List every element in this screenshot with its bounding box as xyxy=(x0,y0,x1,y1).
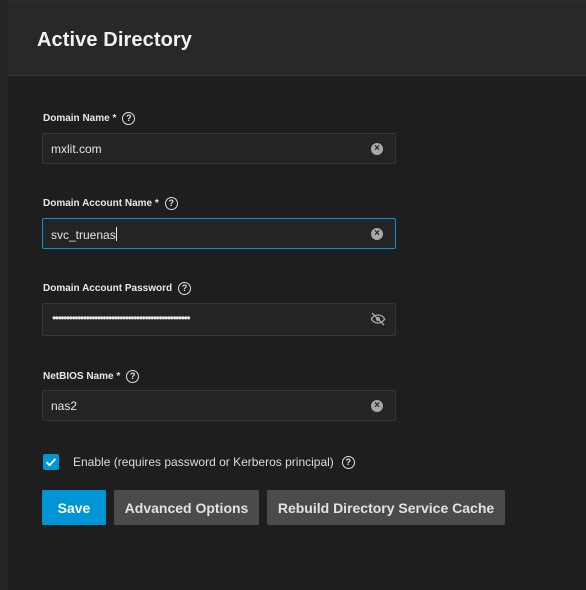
help-icon[interactable]: ? xyxy=(178,282,192,295)
clear-icon[interactable]: × xyxy=(371,143,383,155)
check-icon xyxy=(45,458,57,467)
domain-name-label: Domain Name * xyxy=(43,113,117,124)
left-edge xyxy=(0,0,8,590)
dialog-frame: Active Directory Domain Name * ? mxlit.c… xyxy=(0,0,586,590)
domain-name-field[interactable]: mxlit.com × xyxy=(42,133,396,164)
page-title: Active Directory xyxy=(37,29,192,51)
dialog-header: Active Directory xyxy=(8,3,586,76)
netbios-name-field[interactable]: nas2 × xyxy=(42,390,396,421)
netbios-name-value: nas2 xyxy=(51,399,78,413)
domain-account-name-value: svc_truenas xyxy=(51,228,116,242)
rebuild-cache-button[interactable]: Rebuild Directory Service Cache xyxy=(267,490,505,525)
netbios-name-label-row: NetBIOS Name * ? xyxy=(43,370,140,383)
enable-checkbox[interactable] xyxy=(43,454,59,470)
help-icon[interactable]: ? xyxy=(122,112,136,125)
help-icon[interactable]: ? xyxy=(341,455,355,469)
enable-label: Enable (requires password or Kerberos pr… xyxy=(73,455,334,469)
domain-account-password-label: Domain Account Password xyxy=(43,283,173,294)
save-button[interactable]: Save xyxy=(42,490,106,525)
help-icon[interactable]: ? xyxy=(164,197,178,210)
domain-name-label-row: Domain Name * ? xyxy=(43,112,136,125)
domain-name-value: mxlit.com xyxy=(51,142,102,156)
enable-row: Enable (requires password or Kerberos pr… xyxy=(43,454,355,470)
clear-icon[interactable]: × xyxy=(371,228,383,240)
domain-account-name-value-wrap: svc_truenas xyxy=(51,227,117,242)
eye-off-icon[interactable] xyxy=(369,311,387,327)
domain-account-name-field[interactable]: svc_truenas × xyxy=(42,218,396,249)
domain-account-name-label-row: Domain Account Name * ? xyxy=(43,197,178,210)
domain-account-name-label: Domain Account Name * xyxy=(43,198,159,209)
text-caret xyxy=(115,227,117,241)
domain-account-password-field[interactable]: ••••••••••••••••••••••••••••••••••••••••… xyxy=(42,303,396,336)
clear-icon[interactable]: × xyxy=(371,400,383,412)
password-masked-value: ••••••••••••••••••••••••••••••••••••••••… xyxy=(52,311,191,325)
netbios-name-label: NetBIOS Name * xyxy=(43,371,121,382)
domain-account-password-label-row: Domain Account Password ? xyxy=(43,282,192,295)
help-icon[interactable]: ? xyxy=(126,370,140,383)
advanced-options-button[interactable]: Advanced Options xyxy=(114,490,259,525)
